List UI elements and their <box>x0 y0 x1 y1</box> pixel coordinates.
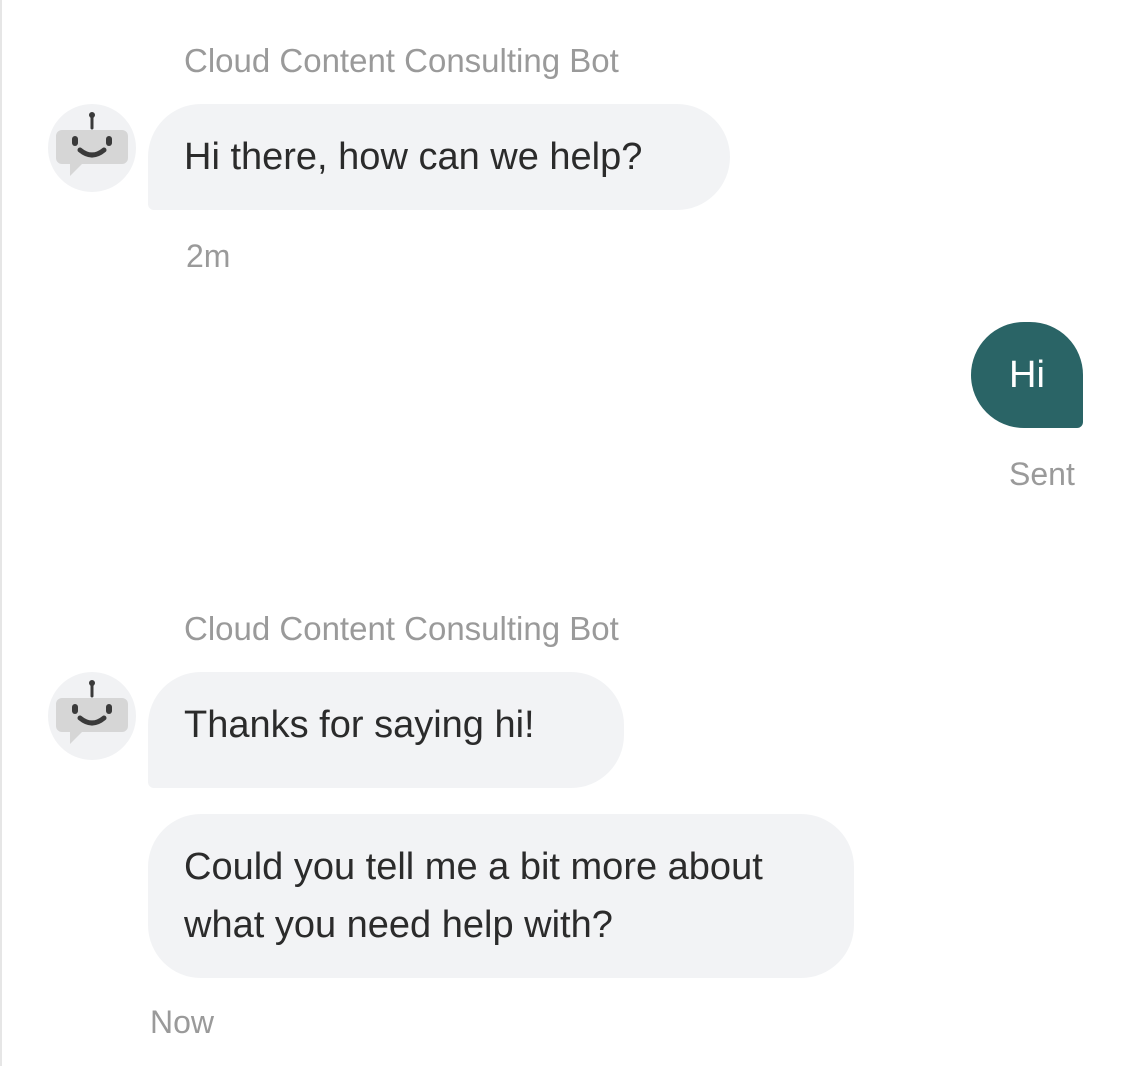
sender-name: Cloud Content Consulting Bot <box>184 610 619 647</box>
message-text: Hi there, how can we help? <box>184 136 643 178</box>
robot-chat-icon <box>56 680 128 744</box>
robot-chat-icon <box>56 112 128 176</box>
bot-message-bubble: Thanks for saying hi! <box>148 672 624 788</box>
left-border <box>0 0 2 1066</box>
bot-avatar <box>48 672 136 760</box>
message-timestamp: 2m <box>186 238 231 274</box>
message-timestamp: Now <box>150 1004 215 1040</box>
message-status: Sent <box>1009 456 1075 492</box>
message-text: Hi <box>1009 354 1045 396</box>
bot-message-bubble: Could you tell me a bit more about what … <box>148 814 854 978</box>
message-text: Thanks for saying hi! <box>184 704 535 746</box>
bot-message-bubble: Hi there, how can we help? <box>148 104 730 210</box>
message-text: Could you tell me a bit more about what … <box>184 846 763 946</box>
bot-avatar <box>48 104 136 192</box>
sender-name: Cloud Content Consulting Bot <box>184 42 619 79</box>
user-message-bubble: Hi <box>971 322 1083 428</box>
